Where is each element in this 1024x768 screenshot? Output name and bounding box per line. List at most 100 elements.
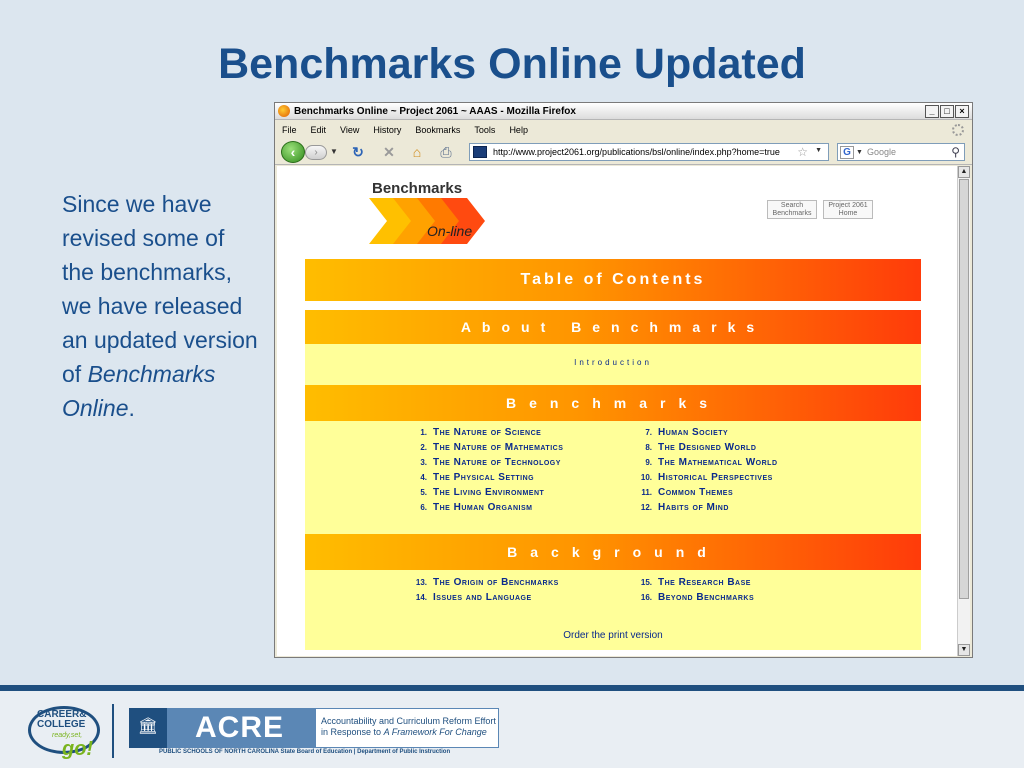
menu-bookmarks[interactable]: Bookmarks [415, 125, 460, 135]
item-link[interactable]: Issues and Language [433, 593, 532, 603]
minimize-button[interactable]: _ [925, 105, 939, 118]
scroll-up-icon[interactable]: ▲ [958, 166, 970, 178]
address-url: http://www.project2061.org/publications/… [493, 147, 780, 157]
benchmarks-list-right: 7. Human Society 8. The Designed World 9. T… [626, 428, 826, 518]
logo-go-text: go! [62, 738, 94, 760]
item-number: 12. [640, 503, 652, 512]
item-link[interactable]: The Designed World [658, 443, 756, 453]
forward-button[interactable]: › [305, 145, 327, 160]
maximize-button[interactable]: □ [940, 105, 954, 118]
search-placeholder: Google [866, 147, 896, 157]
item-link[interactable]: Human Society [658, 428, 728, 438]
logo-text: CAREER& COLLEGE [37, 710, 86, 730]
item-link[interactable]: The Nature of Mathematics [433, 443, 563, 453]
menu-tools[interactable]: Tools [474, 125, 495, 135]
list-item[interactable]: 6. The Human Organism [401, 503, 601, 513]
acre-desc-emphasis: A Framework For Change [383, 727, 487, 737]
print-version-link[interactable]: Order the print version [305, 630, 921, 641]
menu-edit[interactable]: Edit [311, 125, 327, 135]
benchmarks-heading: Benchmarks [305, 385, 921, 421]
item-number: 13. [415, 578, 427, 587]
slide-body-text: Since we have revised some of the benchm… [62, 187, 262, 425]
benchmarks-list-left: 1. The Nature of Science 2. The Nature of … [401, 428, 601, 518]
item-number: 16. [640, 593, 652, 602]
item-link[interactable]: The Nature of Technology [433, 458, 561, 468]
menu-help[interactable]: Help [509, 125, 528, 135]
menu-file[interactable]: File [282, 125, 297, 135]
logo-title: Benchmarks [372, 180, 463, 197]
window-titlebar: Benchmarks Online ~ Project 2061 ~ AAAS … [275, 103, 972, 120]
list-item[interactable]: 16. Beyond Benchmarks [626, 593, 826, 603]
item-link[interactable]: The Research Base [658, 578, 751, 588]
list-item[interactable]: 9. The Mathematical World [626, 458, 826, 468]
item-link[interactable]: The Origin of Benchmarks [433, 578, 559, 588]
body-text-emphasis: Benchmarks Online [62, 361, 216, 421]
item-number: 9. [645, 458, 652, 467]
close-button[interactable]: × [955, 105, 969, 118]
navigation-toolbar: ‹ › ▼ ↻ ✕ ⌂ ⎙ http://www.project2061.org… [275, 139, 972, 165]
menu-history[interactable]: History [373, 125, 401, 135]
item-number: 14. [415, 593, 427, 602]
body-text-end: . [128, 395, 135, 421]
list-item[interactable]: 13. The Origin of Benchmarks [401, 578, 601, 588]
engine-dropdown-icon[interactable]: ▼ [856, 149, 863, 156]
list-item[interactable]: 12. Habits of Mind [626, 503, 826, 513]
stop-icon[interactable]: ✕ [380, 144, 398, 161]
list-item[interactable]: 4. The Physical Setting [401, 473, 601, 483]
address-bar[interactable]: http://www.project2061.org/publications/… [469, 143, 829, 161]
toc-heading: Table of Contents [305, 259, 921, 301]
back-button[interactable]: ‹ [281, 141, 305, 163]
acre-subtitle: PUBLIC SCHOOLS OF NORTH CAROLINA State B… [159, 749, 451, 755]
item-number: 7. [645, 428, 652, 437]
item-link[interactable]: The Living Environment [433, 488, 544, 498]
menu-view[interactable]: View [340, 125, 359, 135]
reload-icon[interactable]: ↻ [349, 144, 367, 161]
background-list-left: 13. The Origin of Benchmarks 14. Issues an… [401, 578, 601, 608]
url-dropdown-icon[interactable]: ▼ [815, 147, 822, 154]
search-box[interactable]: G ▼ Google ⚲ [837, 143, 965, 161]
item-link[interactable]: The Nature of Science [433, 428, 541, 438]
print-icon[interactable]: ⎙ [437, 144, 455, 161]
window-title: Benchmarks Online ~ Project 2061 ~ AAAS … [294, 105, 576, 117]
history-dropdown-icon[interactable]: ▼ [330, 147, 338, 156]
intro-panel: Introduction [305, 344, 921, 385]
list-item[interactable]: 11. Common Themes [626, 488, 826, 498]
scroll-down-icon[interactable]: ▼ [958, 644, 970, 656]
list-item[interactable]: 10. Historical Perspectives [626, 473, 826, 483]
list-item[interactable]: 8. The Designed World [626, 443, 826, 453]
item-number: 2. [420, 443, 427, 452]
item-link[interactable]: The Human Organism [433, 503, 532, 513]
item-number: 15. [640, 578, 652, 587]
list-item[interactable]: 3. The Nature of Technology [401, 458, 601, 468]
item-number: 3. [420, 458, 427, 467]
item-number: 10. [640, 473, 652, 482]
project-2061-home-button[interactable]: Project 2061 Home [823, 200, 873, 219]
item-number: 8. [645, 443, 652, 452]
list-item[interactable]: 7. Human Society [626, 428, 826, 438]
introduction-link[interactable]: Introduction [305, 358, 921, 367]
vertical-scrollbar[interactable]: ▲ ▼ [957, 166, 970, 656]
google-icon[interactable]: G [840, 145, 854, 159]
list-item[interactable]: 15. The Research Base [626, 578, 826, 588]
forward-arrow-icon: › [314, 147, 318, 158]
list-item[interactable]: 5. The Living Environment [401, 488, 601, 498]
background-panel: 13. The Origin of Benchmarks 14. Issues an… [305, 570, 921, 650]
scroll-thumb[interactable] [959, 179, 969, 599]
body-text-main: Since we have revised some of the benchm… [62, 191, 258, 387]
acre-description: Accountability and Curriculum Reform Eff… [315, 708, 499, 748]
list-item[interactable]: 14. Issues and Language [401, 593, 601, 603]
item-link[interactable]: Habits of Mind [658, 503, 729, 513]
item-link[interactable]: The Physical Setting [433, 473, 534, 483]
item-link[interactable]: Historical Perspectives [658, 473, 773, 483]
search-icon[interactable]: ⚲ [951, 145, 960, 159]
list-item[interactable]: 2. The Nature of Mathematics [401, 443, 601, 453]
item-link[interactable]: Common Themes [658, 488, 733, 498]
list-item[interactable]: 1. The Nature of Science [401, 428, 601, 438]
item-link[interactable]: Beyond Benchmarks [658, 593, 754, 603]
search-benchmarks-button[interactable]: Search Benchmarks [767, 200, 817, 219]
item-link[interactable]: The Mathematical World [658, 458, 778, 468]
bookmark-star-icon[interactable]: ☆ [797, 145, 808, 159]
logo-line-2: COLLEGE [37, 719, 86, 730]
item-number: 1. [420, 428, 427, 437]
home-icon[interactable]: ⌂ [408, 144, 426, 161]
